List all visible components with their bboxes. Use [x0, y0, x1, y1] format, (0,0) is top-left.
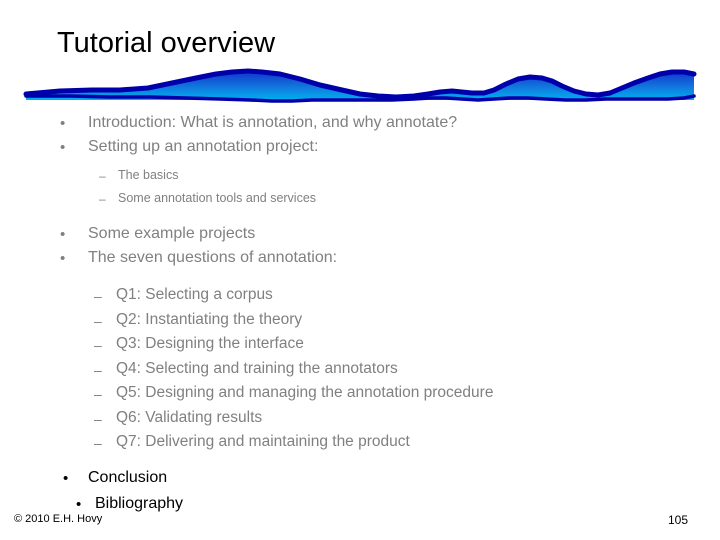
list-item[interactable]: – Q4: Selecting and training the annotat…	[0, 358, 720, 383]
outline-list: • Introduction: What is annotation, and …	[0, 112, 720, 519]
list-item-label: The basics	[118, 168, 179, 182]
wave-divider-decoration	[0, 66, 720, 108]
footer-copyright: © 2010 E.H. Hovy	[14, 513, 103, 525]
list-item[interactable]: • Conclusion	[0, 467, 720, 493]
list-item-label: Q3: Designing the interface	[116, 335, 304, 352]
list-item-label: Q7: Delivering and maintaining the produ…	[116, 433, 410, 450]
list-item[interactable]: • Setting up an annotation project:	[0, 136, 720, 160]
list-item-label: Q2: Instantiating the theory	[116, 310, 303, 328]
list-item-label: Q1: Selecting a corpus	[116, 286, 273, 303]
list-item[interactable]: • The seven questions of annotation:	[0, 247, 720, 271]
list-item-label: Setting up an annotation project:	[88, 138, 319, 155]
list-item[interactable]: – Q3: Designing the interface	[0, 333, 720, 358]
dash-marker-icon: –	[94, 288, 102, 304]
bullet-marker-icon: •	[60, 115, 66, 132]
list-item[interactable]: – Q2: Instantiating the theory	[0, 309, 720, 334]
bullet-marker-icon: •	[63, 469, 69, 487]
list-item[interactable]: – Q7: Delivering and maintaining the pro…	[0, 431, 720, 456]
bullet-marker-icon: •	[60, 226, 66, 243]
bullet-marker-icon: •	[60, 139, 66, 156]
wave-svg	[23, 68, 697, 103]
dash-marker-icon: –	[94, 386, 102, 402]
slide-canvas: Tutorial overview • Introduction: What i…	[0, 0, 720, 540]
list-item[interactable]: • Some example projects	[0, 223, 720, 247]
list-item-label: Q5: Designing and managing the annotatio…	[116, 384, 494, 401]
list-item-label: Some example projects	[88, 225, 256, 242]
dash-marker-icon: –	[94, 337, 102, 353]
list-item[interactable]: – The basics	[0, 166, 720, 189]
dash-marker-icon: –	[94, 312, 102, 329]
list-item[interactable]: – Q6: Validating results	[0, 407, 720, 432]
bullet-marker-icon: •	[76, 495, 82, 513]
page-number: 105	[668, 513, 689, 527]
dash-marker-icon: –	[94, 361, 102, 378]
list-item[interactable]: – Q5: Designing and managing the annotat…	[0, 382, 720, 407]
list-item[interactable]: – Q1: Selecting a corpus	[0, 284, 720, 309]
list-item-label: Conclusion	[88, 468, 168, 486]
dash-marker-icon: –	[94, 410, 102, 427]
page-title: Tutorial overview	[57, 27, 276, 59]
list-item-label: Some annotation tools and services	[118, 191, 317, 205]
list-item[interactable]: • Bibliography	[0, 493, 720, 519]
list-item-label: Introduction: What is annotation, and wh…	[88, 114, 458, 131]
dash-marker-icon: –	[94, 435, 102, 451]
dash-marker-icon: –	[99, 169, 106, 183]
dash-marker-icon: –	[99, 192, 106, 206]
list-item-label: The seven questions of annotation:	[88, 249, 338, 266]
list-item-label: Q4: Selecting and training the annotator…	[116, 359, 398, 377]
list-item-label: Q6: Validating results	[116, 408, 263, 426]
list-item[interactable]: • Introduction: What is annotation, and …	[0, 112, 720, 136]
list-item[interactable]: – Some annotation tools and services	[0, 189, 720, 212]
bullet-marker-icon: •	[60, 250, 66, 267]
list-item-label: Bibliography	[95, 494, 184, 512]
